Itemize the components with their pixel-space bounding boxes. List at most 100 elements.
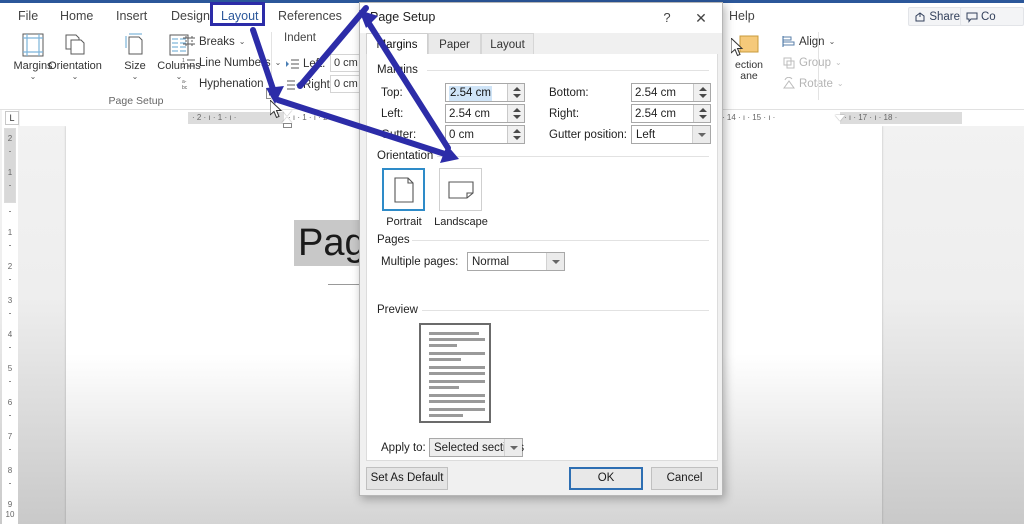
apply-to-select[interactable]: Selected sections	[429, 438, 523, 457]
gutter-position-label: Gutter position:	[549, 129, 627, 141]
bottom-margin-spinner[interactable]	[693, 84, 710, 101]
mouse-cursor-launcher	[270, 100, 284, 120]
tab-insert[interactable]: Insert	[110, 6, 153, 26]
tab-help[interactable]: Help	[723, 6, 761, 26]
vruler-number: 8	[4, 466, 16, 475]
svg-text:bc: bc	[182, 85, 188, 90]
right-margin-label: Right:	[549, 108, 579, 120]
vruler-number: 4	[4, 330, 16, 339]
share-label: Share	[929, 11, 960, 23]
close-icon[interactable]: ✕	[688, 7, 714, 29]
tab-stop-selector[interactable]: L	[5, 111, 19, 125]
vruler-number: 2	[4, 134, 16, 143]
rotate-button[interactable]: Rotate ⌄	[780, 74, 844, 93]
dialog-tab-layout[interactable]: Layout	[481, 33, 534, 55]
dialog-title-bar[interactable]: Page Setup ? ✕	[360, 3, 722, 33]
orientation-portrait-label: Portrait	[374, 216, 434, 228]
vruler-number: 2	[4, 262, 16, 271]
orientation-portrait-tile[interactable]	[382, 168, 425, 211]
svg-text:2: 2	[182, 64, 185, 69]
ruler-ticks-far-right: · ı · 17 · ı · 18 ·	[844, 112, 897, 124]
orientation-button[interactable]: Orientation ⌄	[44, 30, 106, 82]
bottom-margin-label: Bottom:	[549, 87, 589, 99]
chevron-down-icon: ⌄	[829, 37, 836, 46]
line-numbers-icon: 12	[180, 55, 197, 70]
mouse-cursor-ribbon-right	[731, 38, 745, 58]
hyphenation-label: Hyphenation	[199, 78, 264, 90]
bottom-margin-input[interactable]: 2.54 cm	[631, 83, 711, 102]
indent-right-icon	[284, 77, 301, 92]
right-indent-marker[interactable]	[835, 115, 845, 121]
gutter-input[interactable]: 0 cm	[445, 125, 525, 144]
set-as-default-button[interactable]: Set As Default	[366, 467, 448, 490]
tab-design[interactable]: Design	[165, 6, 216, 26]
tab-references[interactable]: References	[272, 6, 348, 26]
right-margin-value: 2.54 cm	[635, 107, 676, 122]
dialog-body: Margins Top: 2.54 cm Bottom: 2.54 cm Lef…	[366, 54, 718, 461]
breaks-icon	[180, 34, 197, 49]
multiple-pages-select[interactable]: Normal	[467, 252, 565, 271]
top-margin-input[interactable]: 2.54 cm	[445, 83, 525, 102]
gutter-position-select[interactable]: Left	[631, 125, 711, 144]
group-button[interactable]: Group ⌄	[780, 53, 842, 72]
hyphenation-button[interactable]: a-bc Hyphenation	[180, 74, 264, 93]
preview-section-title: Preview	[377, 304, 423, 316]
gutter-spinner[interactable]	[507, 126, 524, 143]
bottom-margin-value: 2.54 cm	[635, 86, 676, 101]
comment-icon	[966, 11, 978, 23]
left-margin-value: 2.54 cm	[449, 107, 490, 122]
rotate-icon	[780, 76, 797, 91]
margins-section-title: Margins	[377, 64, 423, 76]
orientation-landscape-tile[interactable]	[439, 168, 482, 211]
selection-pane-button[interactable]: ectionane	[720, 30, 778, 82]
tab-file[interactable]: File	[12, 6, 44, 26]
pages-section-title: Pages	[377, 234, 415, 246]
right-margin-spinner[interactable]	[693, 105, 710, 122]
tab-label: Design	[171, 9, 210, 23]
chevron-down-icon: ⌄	[44, 72, 106, 82]
indent-left-row: Left:	[284, 54, 325, 73]
orientation-landscape-label: Landscape	[431, 216, 491, 228]
vruler-number: 6	[4, 398, 16, 407]
gutter-value: 0 cm	[449, 128, 474, 143]
gutter-label: Gutter:	[381, 129, 416, 141]
tab-label: References	[278, 9, 342, 23]
apply-to-label: Apply to:	[381, 442, 426, 454]
selection-pane-icon	[720, 30, 778, 60]
align-label: Align	[799, 36, 825, 48]
left-margin-spinner[interactable]	[507, 105, 524, 122]
left-margin-input[interactable]: 2.54 cm	[445, 104, 525, 123]
ok-button[interactable]: OK	[569, 467, 643, 490]
vruler-number: 5	[4, 364, 16, 373]
chevron-down-icon[interactable]	[546, 253, 564, 270]
comments-button[interactable]: Co	[960, 7, 1024, 26]
line-numbers-label: Line Numbers	[199, 57, 271, 69]
preview-page	[419, 323, 491, 423]
chevron-down-icon[interactable]	[504, 439, 522, 456]
rotate-label: Rotate	[799, 78, 833, 90]
annotation-highlight-layout-tab	[210, 2, 265, 26]
help-icon[interactable]: ?	[656, 7, 678, 29]
landscape-page-icon	[446, 178, 476, 202]
vertical-ruler[interactable]: L 2 1 1 2 3 4 5 6 7 8 9 10	[2, 110, 18, 524]
tab-home[interactable]: Home	[54, 6, 99, 26]
chevron-down-icon[interactable]	[692, 126, 710, 143]
group-icon	[780, 55, 797, 70]
dialog-tab-paper[interactable]: Paper	[428, 33, 481, 55]
right-margin-input[interactable]: 2.54 cm	[631, 104, 711, 123]
align-button[interactable]: Align ⌄	[780, 32, 835, 51]
group-arrange: ectionane Align ⌄ Group ⌄	[718, 26, 1024, 110]
tab-label: File	[18, 9, 38, 23]
breaks-button[interactable]: Breaks ⌄	[180, 32, 246, 51]
ruler-ticks-far-left: · 14 · ı · 15 · ı ·	[722, 112, 775, 124]
vruler-number: 3	[4, 296, 16, 305]
align-icon	[780, 34, 797, 49]
top-margin-spinner[interactable]	[507, 84, 524, 101]
line-numbers-button[interactable]: 12 Line Numbers ⌄	[180, 53, 281, 72]
cancel-button[interactable]: Cancel	[651, 467, 718, 490]
selection-pane-label: ectionane	[720, 60, 778, 82]
dialog-tab-margins[interactable]: Margins	[366, 33, 428, 55]
ruler-ticks-left: · 2 · ı · 1 · ı ·	[192, 112, 236, 124]
group-paragraph: Indent Left: 0 cm Right: 0 cm	[278, 26, 358, 110]
left-indent-marker[interactable]	[283, 123, 292, 128]
